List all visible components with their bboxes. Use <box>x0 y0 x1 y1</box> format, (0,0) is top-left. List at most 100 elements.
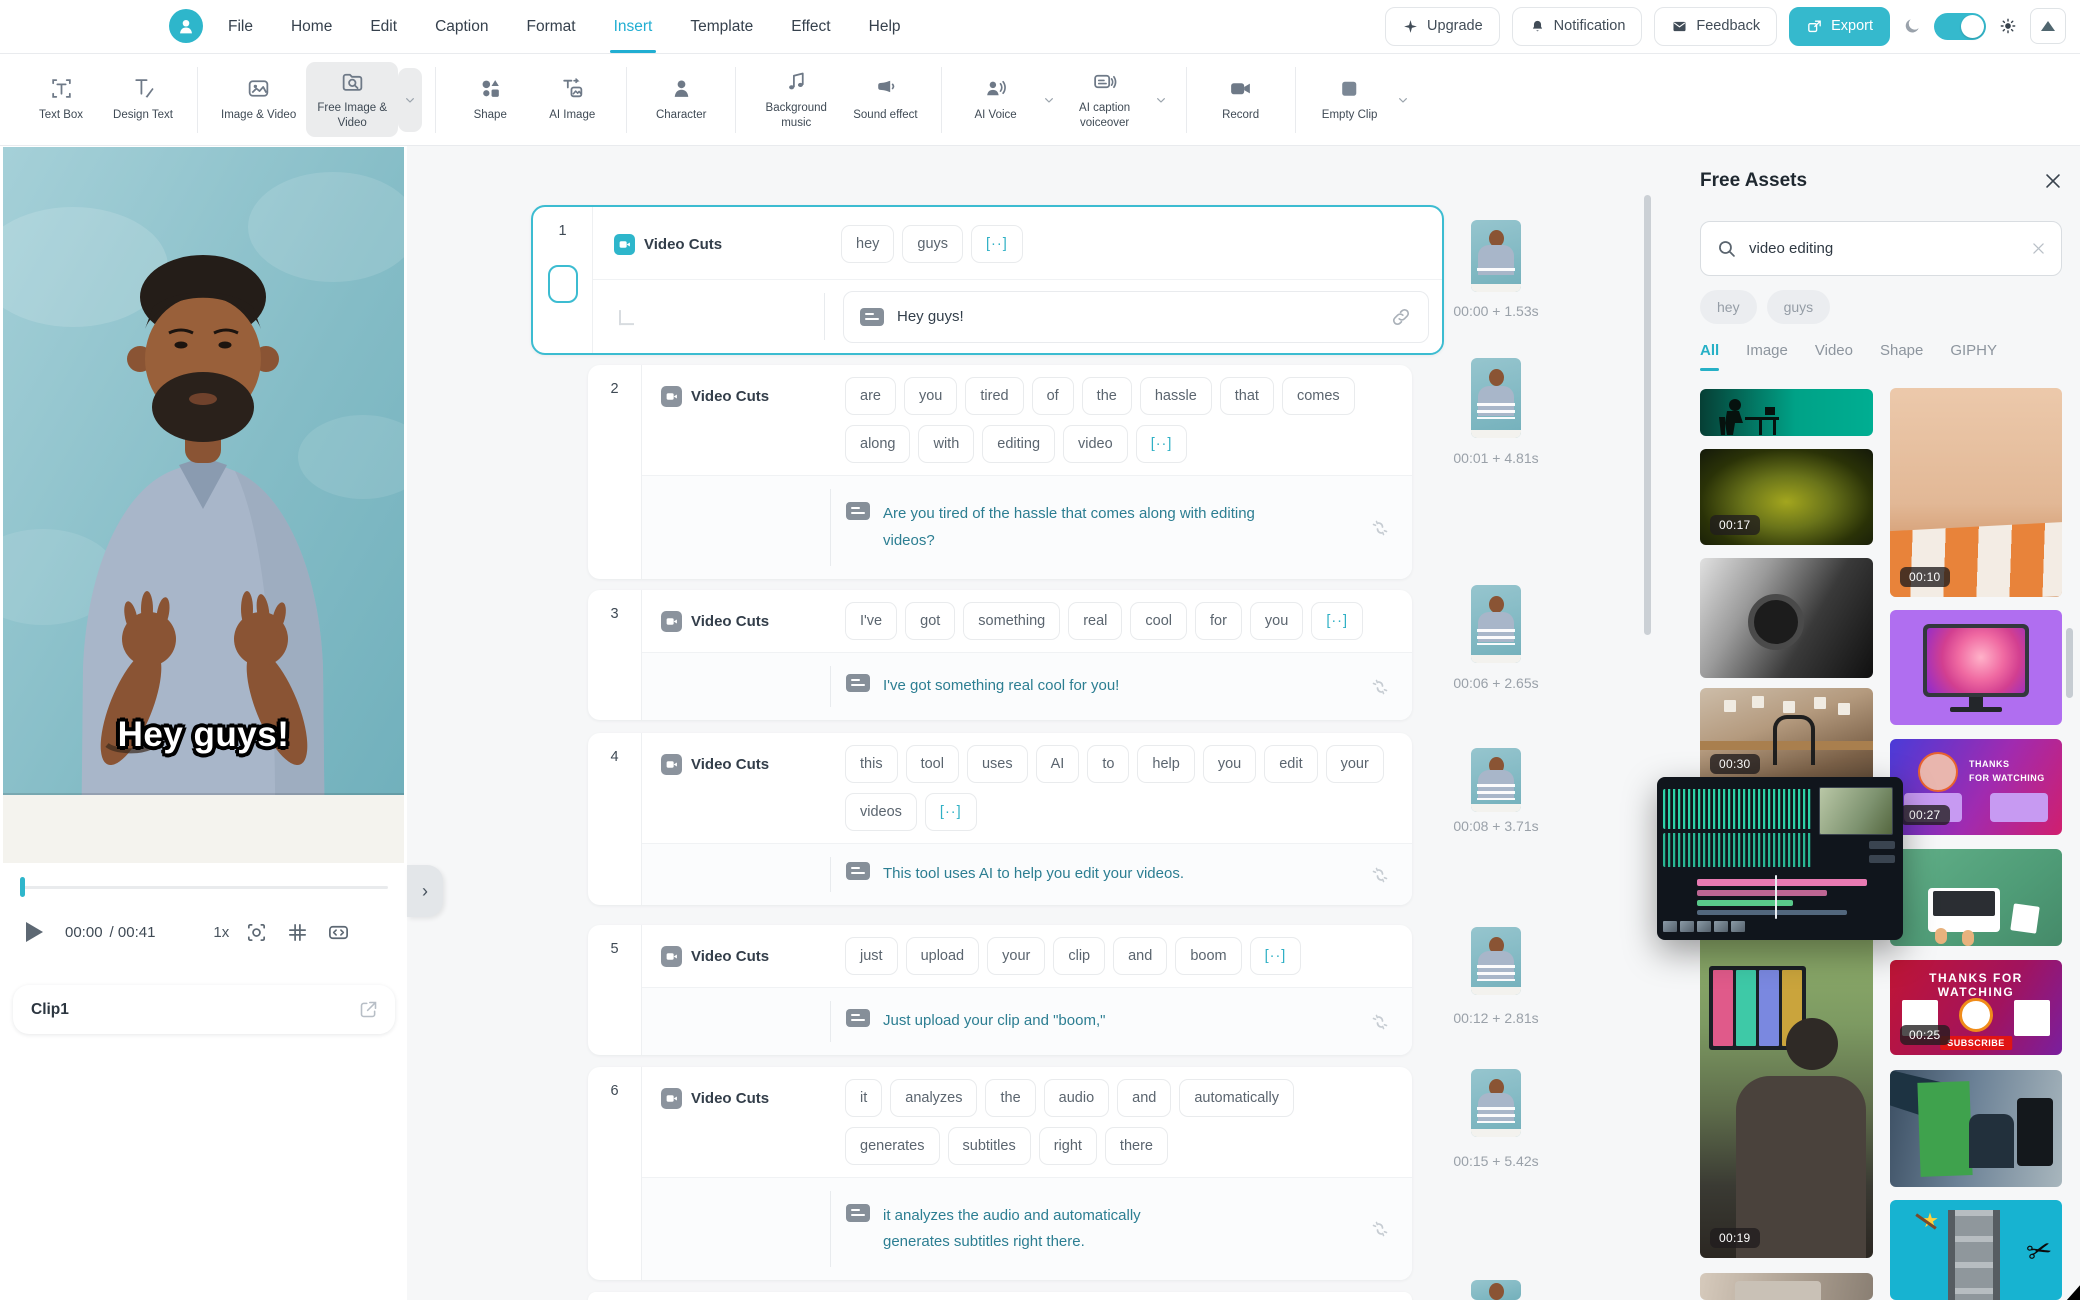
asset-tile-thanks-for-watching-purple[interactable]: THANKS FOR WATCHING 00:27 <box>1890 739 2062 835</box>
unlink-icon[interactable] <box>1368 1010 1392 1034</box>
unlink-icon[interactable] <box>1368 863 1392 887</box>
word-chip[interactable]: and <box>1113 937 1167 975</box>
word-chip[interactable]: right <box>1039 1127 1097 1165</box>
segment-card-7[interactable] <box>588 1292 1412 1300</box>
word-chip[interactable]: just <box>845 937 898 975</box>
segment-card-6[interactable]: 6 Video Cuts it analyzes the audio and a… <box>588 1067 1412 1280</box>
upgrade-button[interactable]: Upgrade <box>1385 7 1500 46</box>
menu-insert[interactable]: Insert <box>614 0 653 53</box>
feedback-button[interactable]: Feedback <box>1654 7 1777 46</box>
pause-chip[interactable]: [··] <box>1136 425 1188 463</box>
word-chip[interactable]: audio <box>1044 1079 1109 1117</box>
word-chip[interactable]: AI <box>1036 745 1080 783</box>
asset-tile-editor-silhouette[interactable] <box>1700 389 1873 436</box>
word-chip[interactable]: this <box>845 745 898 783</box>
snapshot-icon[interactable] <box>245 921 268 944</box>
word-chip[interactable]: videos <box>845 793 917 831</box>
word-chip[interactable]: help <box>1137 745 1194 783</box>
segment-card-5[interactable]: 5 Video Cuts just upload your clip and b… <box>588 925 1412 1055</box>
caption-text[interactable]: it analyzes the audio and automatically … <box>883 1203 1141 1256</box>
word-chip[interactable]: got <box>905 602 955 640</box>
asset-search-box[interactable] <box>1700 221 2062 276</box>
asset-tile-green-desk-laptop[interactable] <box>1890 849 2062 946</box>
playback-speed[interactable]: 1x <box>213 924 229 941</box>
menu-template[interactable]: Template <box>690 0 753 53</box>
caption-text[interactable]: Are you tired of the hassle that comes a… <box>883 501 1255 554</box>
word-chip[interactable]: it <box>845 1079 882 1117</box>
seek-bar[interactable] <box>20 886 388 889</box>
tab-all[interactable]: All <box>1700 342 1719 371</box>
menu-file[interactable]: File <box>228 0 253 53</box>
toolbar-shape[interactable]: Shape <box>449 69 531 130</box>
caption-text[interactable]: I've got something real cool for you! <box>883 673 1119 699</box>
toolbar-character[interactable]: Character <box>640 69 722 130</box>
word-chip[interactable]: you <box>1250 602 1303 640</box>
word-chip[interactable]: boom <box>1175 937 1241 975</box>
word-chip[interactable]: subtitles <box>948 1127 1031 1165</box>
word-chip[interactable]: upload <box>906 937 980 975</box>
word-chip[interactable]: I've <box>845 602 897 640</box>
toolbar-text-box[interactable]: Text Box <box>20 69 102 130</box>
ai-voice-dropdown[interactable] <box>1037 86 1061 114</box>
word-chip[interactable]: for <box>1195 602 1242 640</box>
word-chip[interactable]: along <box>845 425 910 463</box>
tab-image[interactable]: Image <box>1746 342 1788 371</box>
menu-caption[interactable]: Caption <box>435 0 488 53</box>
search-input[interactable] <box>1747 239 2030 258</box>
word-chip[interactable]: the <box>985 1079 1035 1117</box>
toolbar-free-image-video[interactable]: Free Image & Video <box>306 62 398 138</box>
word-chip[interactable]: there <box>1105 1127 1168 1165</box>
toolbar-record[interactable]: Record <box>1200 69 1282 130</box>
word-chip[interactable]: cool <box>1130 602 1187 640</box>
menu-format[interactable]: Format <box>527 0 576 53</box>
collapse-toolbar-button[interactable] <box>2030 8 2066 44</box>
unlink-icon[interactable] <box>1368 675 1392 699</box>
asset-tile-video-editing-illustration[interactable]: ★ ✂ <box>1890 1200 2062 1300</box>
asset-tile-abstract-fractal[interactable]: 00:17 <box>1700 449 1873 545</box>
pause-chip[interactable]: [··] <box>925 793 977 831</box>
segment-thumb-7[interactable] <box>1471 1280 1521 1300</box>
asset-hover-preview[interactable] <box>1657 777 1903 940</box>
segment-card-2[interactable]: 2 Video Cuts are you tired of the hassle… <box>588 365 1412 579</box>
export-button[interactable]: Export <box>1789 7 1890 46</box>
word-chip[interactable]: hassle <box>1140 377 1212 415</box>
ai-caption-voiceover-dropdown[interactable] <box>1149 86 1173 114</box>
unlink-icon[interactable] <box>1368 516 1392 540</box>
toolbar-empty-clip[interactable]: Empty Clip <box>1309 69 1391 130</box>
asset-tile-craft-workshop[interactable]: 00:30 <box>1700 688 1873 784</box>
tab-shape[interactable]: Shape <box>1880 342 1923 371</box>
asset-tile-tablet-hands[interactable] <box>1700 1273 1873 1300</box>
word-chip[interactable]: your <box>987 937 1045 975</box>
theme-toggle[interactable] <box>1934 13 1986 40</box>
word-chip[interactable]: tool <box>906 745 959 783</box>
asset-tile-camera-closeup[interactable] <box>1700 558 1873 678</box>
link-icon[interactable] <box>1390 306 1412 328</box>
tag-guys[interactable]: guys <box>1767 290 1831 324</box>
pause-chip[interactable]: [··] <box>971 225 1023 263</box>
word-chip[interactable]: automatically <box>1179 1079 1294 1117</box>
menu-help[interactable]: Help <box>869 0 901 53</box>
segment-card-4[interactable]: 4 Video Cuts this tool uses AI to help y… <box>588 733 1412 905</box>
play-button[interactable] <box>26 922 43 942</box>
free-image-video-dropdown[interactable] <box>398 68 422 132</box>
word-chip[interactable]: to <box>1087 745 1129 783</box>
tab-video[interactable]: Video <box>1815 342 1853 371</box>
word-chip[interactable]: that <box>1220 377 1274 415</box>
word-chip[interactable]: something <box>963 602 1060 640</box>
word-chip[interactable]: your <box>1326 745 1384 783</box>
unlink-icon[interactable] <box>1368 1217 1392 1241</box>
toolbar-background-music[interactable]: Background music <box>749 62 843 138</box>
word-chip[interactable]: the <box>1082 377 1132 415</box>
caption-text[interactable]: Just upload your clip and "boom," <box>883 1008 1105 1034</box>
video-preview[interactable]: Hey guys! <box>3 147 404 863</box>
tag-hey[interactable]: hey <box>1700 290 1757 324</box>
clip-list-item[interactable]: Clip1 <box>13 985 395 1034</box>
toolbar-design-text[interactable]: Design Text <box>102 69 184 130</box>
clear-search-icon[interactable] <box>2030 240 2047 257</box>
toolbar-ai-voice[interactable]: AI Voice <box>955 69 1037 130</box>
asset-tile-greenscreen-studio[interactable] <box>1890 1070 2062 1187</box>
word-chip[interactable]: are <box>845 377 896 415</box>
close-icon[interactable] <box>2042 170 2064 192</box>
asset-tile-purple-monitor-influencer[interactable] <box>1890 610 2062 725</box>
word-chip[interactable]: hey <box>841 225 894 263</box>
